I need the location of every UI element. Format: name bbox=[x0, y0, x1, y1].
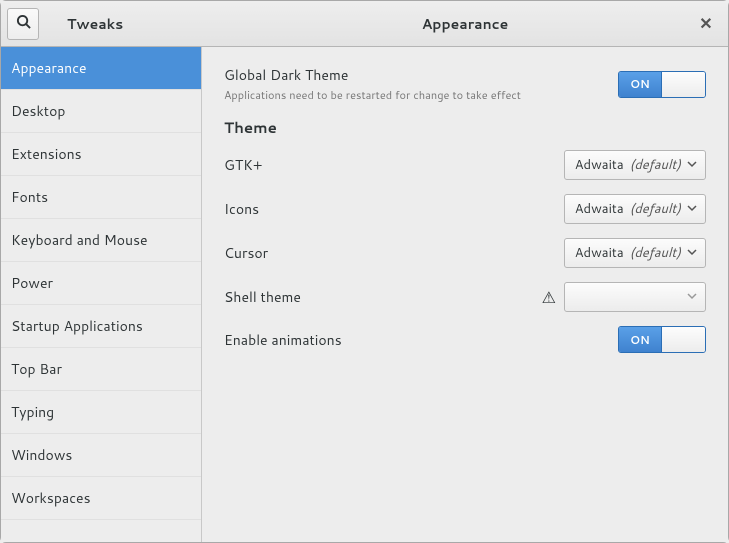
animations-switch[interactable]: ON bbox=[618, 326, 706, 353]
sidebar-item-typing[interactable]: Typing bbox=[1, 391, 201, 434]
sidebar-item-label: Desktop bbox=[11, 101, 65, 121]
setting-label: GTK+ bbox=[224, 155, 564, 175]
search-button[interactable] bbox=[7, 8, 39, 40]
sidebar-item-label: Windows bbox=[11, 445, 72, 465]
headerbar: Tweaks Appearance ✕ bbox=[1, 1, 728, 47]
combo-value: Adwaita bbox=[575, 200, 624, 218]
setting-label: Icons bbox=[224, 199, 564, 219]
chevron-down-icon bbox=[687, 288, 697, 306]
search-icon bbox=[16, 14, 31, 34]
row-gtk: GTK+ Adwaita (default) bbox=[224, 150, 706, 180]
sidebar-item-top-bar[interactable]: Top Bar bbox=[1, 348, 201, 391]
row-shell-theme: Shell theme ⚠ bbox=[224, 282, 706, 312]
row-global-dark-theme: Global Dark Theme Applications need to b… bbox=[224, 65, 706, 103]
sidebar-item-startup[interactable]: Startup Applications bbox=[1, 305, 201, 348]
combo-value: Adwaita bbox=[575, 156, 624, 174]
sidebar-item-label: Keyboard and Mouse bbox=[11, 230, 148, 250]
headerbar-left: Tweaks bbox=[1, 1, 202, 46]
sidebar-item-label: Top Bar bbox=[11, 359, 62, 379]
warning-icon: ⚠ bbox=[542, 286, 556, 309]
setting-label: Shell theme bbox=[224, 287, 542, 307]
sidebar-item-label: Appearance bbox=[11, 58, 87, 78]
combo-default-suffix: (default) bbox=[630, 200, 681, 218]
sidebar-item-label: Extensions bbox=[11, 144, 82, 164]
shell-theme-combo[interactable] bbox=[564, 282, 706, 312]
label-block: Global Dark Theme Applications need to b… bbox=[224, 65, 618, 103]
close-icon: ✕ bbox=[699, 12, 712, 35]
sidebar-item-keyboard-mouse[interactable]: Keyboard and Mouse bbox=[1, 219, 201, 262]
sidebar-item-label: Startup Applications bbox=[11, 316, 143, 336]
combo-value: Adwaita bbox=[575, 244, 624, 262]
sidebar-item-label: Power bbox=[11, 273, 53, 293]
sidebar-item-label: Typing bbox=[11, 402, 54, 422]
icons-combo[interactable]: Adwaita (default) bbox=[564, 194, 706, 224]
combo-default-suffix: (default) bbox=[630, 156, 681, 174]
switch-handle bbox=[661, 72, 705, 97]
switch-handle bbox=[661, 327, 705, 352]
setting-label: Global Dark Theme bbox=[224, 65, 618, 85]
body: Appearance Desktop Extensions Fonts Keyb… bbox=[1, 47, 728, 542]
app-title: Tweaks bbox=[67, 14, 123, 34]
row-cursor: Cursor Adwaita (default) bbox=[224, 238, 706, 268]
combo-default-suffix: (default) bbox=[630, 244, 681, 262]
switch-on-label: ON bbox=[619, 72, 661, 97]
sidebar-item-extensions[interactable]: Extensions bbox=[1, 133, 201, 176]
row-icons: Icons Adwaita (default) bbox=[224, 194, 706, 224]
chevron-down-icon bbox=[687, 200, 697, 218]
dark-theme-switch[interactable]: ON bbox=[618, 71, 706, 98]
cursor-combo[interactable]: Adwaita (default) bbox=[564, 238, 706, 268]
sidebar-item-appearance[interactable]: Appearance bbox=[1, 47, 201, 90]
setting-label: Enable animations bbox=[224, 330, 618, 350]
chevron-down-icon bbox=[687, 244, 697, 262]
sidebar: Appearance Desktop Extensions Fonts Keyb… bbox=[1, 47, 202, 542]
gtk-combo[interactable]: Adwaita (default) bbox=[564, 150, 706, 180]
sidebar-item-power[interactable]: Power bbox=[1, 262, 201, 305]
theme-heading: Theme bbox=[224, 117, 706, 138]
setting-sublabel: Applications need to be restarted for ch… bbox=[224, 87, 618, 103]
sidebar-item-label: Fonts bbox=[11, 187, 48, 207]
close-button[interactable]: ✕ bbox=[694, 12, 718, 36]
sidebar-item-fonts[interactable]: Fonts bbox=[1, 176, 201, 219]
switch-on-label: ON bbox=[619, 327, 661, 352]
sidebar-item-windows[interactable]: Windows bbox=[1, 434, 201, 477]
content: Global Dark Theme Applications need to b… bbox=[202, 47, 728, 542]
sidebar-item-desktop[interactable]: Desktop bbox=[1, 90, 201, 133]
headerbar-right: Appearance ✕ bbox=[202, 1, 728, 46]
chevron-down-icon bbox=[687, 156, 697, 174]
sidebar-item-label: Workspaces bbox=[11, 488, 91, 508]
page-title: Appearance bbox=[422, 14, 509, 34]
row-enable-animations: Enable animations ON bbox=[224, 326, 706, 353]
setting-label: Cursor bbox=[224, 243, 564, 263]
sidebar-item-workspaces[interactable]: Workspaces bbox=[1, 477, 201, 520]
